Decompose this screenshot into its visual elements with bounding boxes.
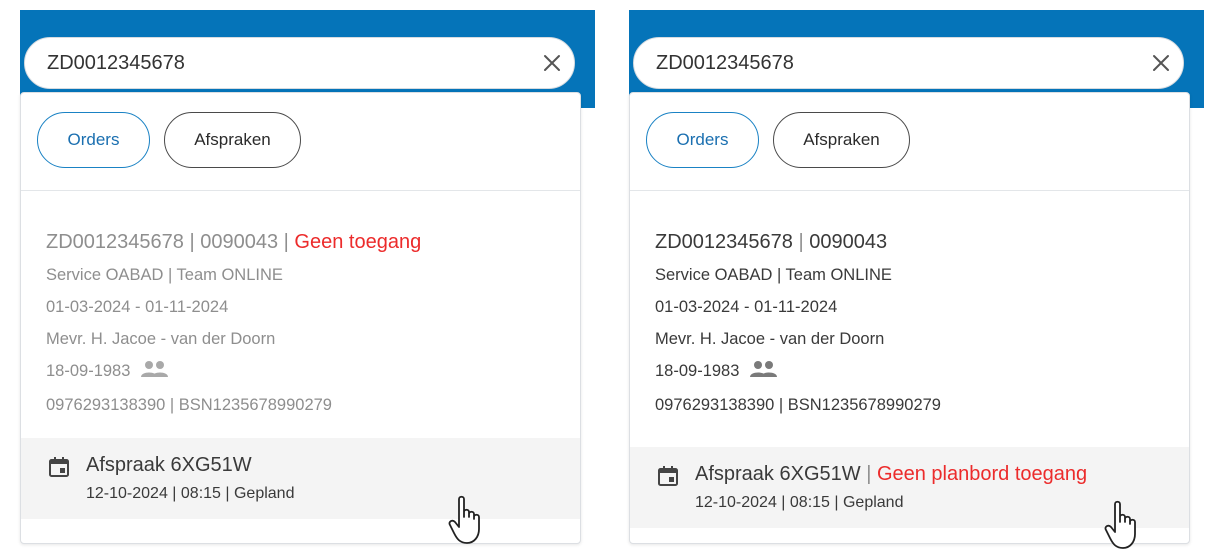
order-title: ZD0012345678 | 0090043 | Geen toegang (46, 231, 422, 253)
close-icon[interactable] (540, 51, 564, 75)
calendar-icon (48, 456, 70, 483)
orders-filter-chip[interactable]: Orders (646, 112, 759, 168)
appointment-meta: 12-10-2024 | 08:15 | Gepland (86, 485, 295, 502)
order-period: 01-03-2024 - 01-11-2024 (46, 298, 229, 316)
order-service: Service OABAD | Team ONLINE (655, 266, 892, 284)
order-client: Mevr. H. Jacoe - van der Doorn (46, 330, 276, 348)
search-panel-no-planboard-access: Orders Afspraken ZD0012345678 | 0090043 … (629, 10, 1204, 549)
search-input[interactable] (656, 38, 1126, 88)
search-box (633, 37, 1184, 89)
order-result[interactable]: ZD0012345678 | 0090043 | Geen toegang Se… (46, 225, 566, 421)
order-number: 0090043 (809, 231, 888, 253)
filter-chips: Orders Afspraken (21, 93, 580, 191)
order-title: ZD0012345678 | 0090043 (655, 231, 888, 253)
search-input[interactable] (47, 38, 517, 88)
order-id: ZD0012345678 (46, 231, 184, 253)
order-result[interactable]: ZD0012345678 | 0090043 Service OABAD | T… (655, 225, 1175, 421)
appointment-title-row: Afspraak 6XG51W (86, 448, 252, 482)
appointment-title: Afspraak 6XG51W (695, 463, 861, 485)
appointment-meta: 12-10-2024 | 08:15 | Gepland (695, 494, 904, 511)
search-panel-no-access: Orders Afspraken ZD0012345678 | 0090043 … (20, 10, 595, 545)
hand-pointer-icon (447, 495, 489, 552)
order-id: ZD0012345678 (655, 231, 793, 253)
order-identifiers: 0976293138390 | BSN1235678990279 (46, 396, 332, 414)
close-icon[interactable] (1149, 51, 1173, 75)
order-birthdate-row: 18-09-1983 (655, 355, 1175, 389)
order-client: Mevr. H. Jacoe - van der Doorn (655, 330, 885, 348)
planboard-access-warning: Geen planbord toegang (876, 463, 1088, 485)
filter-chips: Orders Afspraken (630, 93, 1189, 191)
order-service: Service OABAD | Team ONLINE (46, 266, 283, 284)
results-dropdown: Orders Afspraken ZD0012345678 | 0090043 … (629, 92, 1190, 544)
appointment-title-row: Afspraak 6XG51W | Geen planbord toegang (695, 463, 1088, 485)
order-period: 01-03-2024 - 01-11-2024 (655, 298, 838, 316)
order-birthdate-row: 18-09-1983 (46, 355, 566, 389)
hand-pointer-icon (1103, 500, 1145, 557)
order-number: 0090043 (200, 231, 279, 253)
calendar-icon (657, 465, 679, 492)
access-warning: Geen toegang (294, 231, 422, 253)
people-icon (139, 357, 171, 389)
search-box (24, 37, 575, 89)
people-icon (748, 357, 780, 389)
results-dropdown: Orders Afspraken ZD0012345678 | 0090043 … (20, 92, 581, 544)
order-identifiers: 0976293138390 | BSN1235678990279 (655, 396, 941, 414)
appointment-title: Afspraak 6XG51W (86, 454, 252, 476)
orders-filter-chip[interactable]: Orders (37, 112, 150, 168)
order-birthdate: 18-09-1983 (46, 362, 131, 380)
afspraken-filter-chip[interactable]: Afspraken (164, 112, 301, 168)
appointment-result[interactable]: Afspraak 6XG51W 12-10-2024 | 08:15 | Gep… (21, 438, 580, 519)
afspraken-filter-chip[interactable]: Afspraken (773, 112, 910, 168)
order-birthdate: 18-09-1983 (655, 362, 740, 380)
